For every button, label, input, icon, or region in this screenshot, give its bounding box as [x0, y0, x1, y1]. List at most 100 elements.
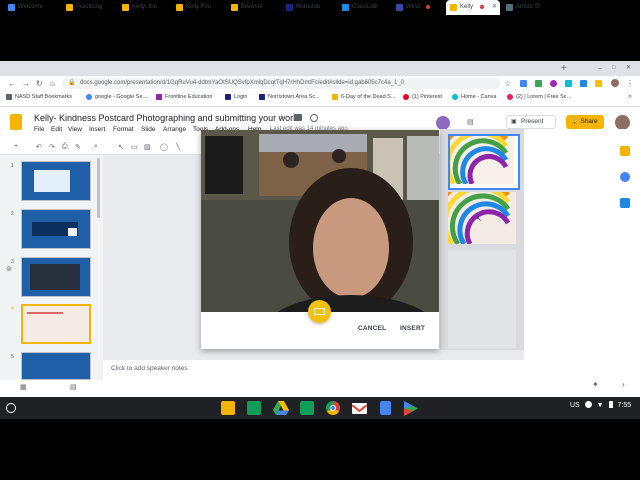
play-store-icon[interactable]: [404, 401, 418, 421]
browser-tab[interactable]: Kelly: Kin: [118, 0, 168, 15]
menu-file[interactable]: File: [34, 126, 44, 133]
grid-view-icon[interactable]: ▦: [20, 383, 27, 391]
google-sheets-icon[interactable]: [247, 401, 261, 415]
browser-tab[interactable]: Practicing: [62, 0, 112, 15]
redo-icon[interactable]: ↷: [49, 143, 55, 151]
new-slide-icon[interactable]: +: [14, 143, 18, 150]
browser-menu-icon[interactable]: ⋮: [626, 78, 634, 89]
menu-slide[interactable]: Slide: [141, 126, 155, 133]
slide-thumbnail-selected[interactable]: [21, 304, 91, 344]
slides-logo-icon[interactable]: [10, 114, 22, 130]
move-folder-icon[interactable]: [294, 114, 302, 121]
bookmark[interactable]: (1) Pinterest: [403, 94, 442, 100]
image-icon[interactable]: ▨: [144, 143, 151, 151]
maximize-icon[interactable]: □: [612, 61, 616, 76]
minimize-icon[interactable]: –: [598, 61, 602, 76]
cancel-button[interactable]: CANCEL: [358, 325, 386, 332]
status-tray[interactable]: US ▼ 7:55: [570, 401, 631, 409]
extension-icon[interactable]: [565, 80, 572, 87]
shape-icon[interactable]: ◯: [160, 143, 168, 151]
slide-thumbnail[interactable]: [21, 257, 91, 297]
close-window-icon[interactable]: ✕: [626, 61, 631, 76]
image-result[interactable]: [448, 250, 516, 348]
zoom-icon[interactable]: ⌕: [94, 143, 98, 151]
browser-tab[interactable]: Norriston: [282, 0, 334, 15]
browser-tab-active[interactable]: Kelly ✕: [446, 0, 500, 15]
more-bookmarks-icon[interactable]: »: [628, 93, 632, 100]
keep-icon[interactable]: [620, 146, 630, 156]
menu-format[interactable]: Format: [113, 126, 134, 133]
bookmark[interactable]: Frontline Education: [156, 94, 212, 100]
bookmark[interactable]: Norristown Area Sc...: [259, 94, 320, 100]
undo-icon[interactable]: ↶: [36, 143, 42, 151]
bookmark[interactable]: 6-Day of the Dead S...: [332, 94, 395, 100]
address-bar[interactable]: 🔒 docs.google.com/presentation/d/1GqRuVu…: [62, 78, 500, 89]
browser-tab[interactable]: Kelly Fou: [172, 0, 222, 15]
extension-icon[interactable]: [595, 80, 602, 87]
collapse-panel-icon[interactable]: ›: [622, 380, 625, 389]
extension-icon[interactable]: [520, 80, 527, 87]
bookmark[interactable]: NASD Staff Bookmarks: [6, 94, 72, 100]
document-title[interactable]: Kelly- Kindness Postcard Photographing a…: [34, 113, 298, 123]
comment-icon[interactable]: ▤: [467, 118, 474, 126]
capture-photo-button[interactable]: [308, 300, 331, 323]
menu-arrange[interactable]: Arrange: [163, 126, 186, 133]
back-icon[interactable]: ←: [8, 78, 16, 89]
browser-tab[interactable]: WeVi: [392, 0, 442, 15]
google-classroom-icon[interactable]: [300, 401, 314, 415]
present-icon: ▣: [511, 119, 517, 125]
hide-panel-icon[interactable]: ⊘: [6, 265, 12, 273]
slide-number: 2: [11, 211, 14, 217]
browser-tab[interactable]: Artists St: [502, 0, 554, 15]
line-icon[interactable]: ╲: [176, 143, 180, 151]
browser-tab[interactable]: Brewste: [227, 0, 277, 15]
gmail-icon[interactable]: [351, 403, 368, 414]
bookmark[interactable]: google - Google Se...: [86, 94, 147, 100]
filmstrip-scrollbar[interactable]: [97, 158, 100, 218]
slide-thumbnail[interactable]: [21, 352, 91, 380]
bookmark-star-icon[interactable]: ☆: [504, 78, 511, 89]
forward-icon[interactable]: →: [22, 78, 30, 89]
new-tab-icon[interactable]: +: [561, 61, 567, 76]
collaborator-avatar[interactable]: [436, 116, 450, 130]
star-icon[interactable]: ☆: [278, 113, 285, 122]
google-keep-icon[interactable]: [221, 401, 235, 415]
google-docs-icon[interactable]: [380, 401, 391, 415]
image-result-selected[interactable]: [430, 114, 520, 190]
launcher-icon[interactable]: [6, 403, 16, 413]
account-avatar[interactable]: [615, 115, 630, 130]
calendar-icon[interactable]: [620, 198, 630, 208]
tab-favicon-icon: [450, 4, 457, 11]
present-button[interactable]: ▣ Present: [506, 115, 556, 129]
chrome-icon[interactable]: [326, 401, 340, 415]
insert-button[interactable]: INSERT: [400, 325, 425, 332]
bookmark[interactable]: Login: [225, 94, 247, 100]
google-drive-icon[interactable]: [273, 401, 289, 420]
extension-icon[interactable]: [550, 80, 557, 87]
tasks-icon[interactable]: [620, 172, 630, 182]
profile-avatar[interactable]: [611, 79, 619, 87]
slide-thumbnail[interactable]: [21, 209, 91, 249]
paint-format-icon[interactable]: ✎: [75, 143, 81, 151]
select-icon[interactable]: ↖: [118, 143, 124, 151]
close-tab-icon[interactable]: ✕: [492, 0, 497, 15]
tab-label: Artists St: [516, 4, 541, 10]
browser-tab[interactable]: ClassLink: [338, 0, 390, 15]
menu-insert[interactable]: Insert: [89, 126, 105, 133]
bookmark[interactable]: (2) | Lorem | Free Sc...: [507, 94, 571, 100]
extension-icon[interactable]: [535, 80, 542, 87]
share-button[interactable]: 🔒 Share: [566, 115, 604, 129]
extension-icon[interactable]: [580, 80, 587, 87]
explore-icon[interactable]: ✦: [592, 380, 599, 389]
browser-tab[interactable]: Welcome: [4, 0, 48, 15]
reload-icon[interactable]: ↻: [36, 78, 43, 89]
filmstrip-view-icon[interactable]: ▤: [70, 383, 77, 391]
image-result[interactable]: [427, 169, 516, 246]
menu-edit[interactable]: Edit: [51, 126, 62, 133]
print-icon[interactable]: ⎙: [62, 143, 68, 151]
textbox-icon[interactable]: ▭: [131, 143, 138, 151]
bookmark[interactable]: Home - Canva: [452, 94, 496, 100]
slide-thumbnail[interactable]: [21, 161, 91, 201]
menu-view[interactable]: View: [68, 126, 82, 133]
home-icon[interactable]: ⌂: [50, 78, 55, 89]
